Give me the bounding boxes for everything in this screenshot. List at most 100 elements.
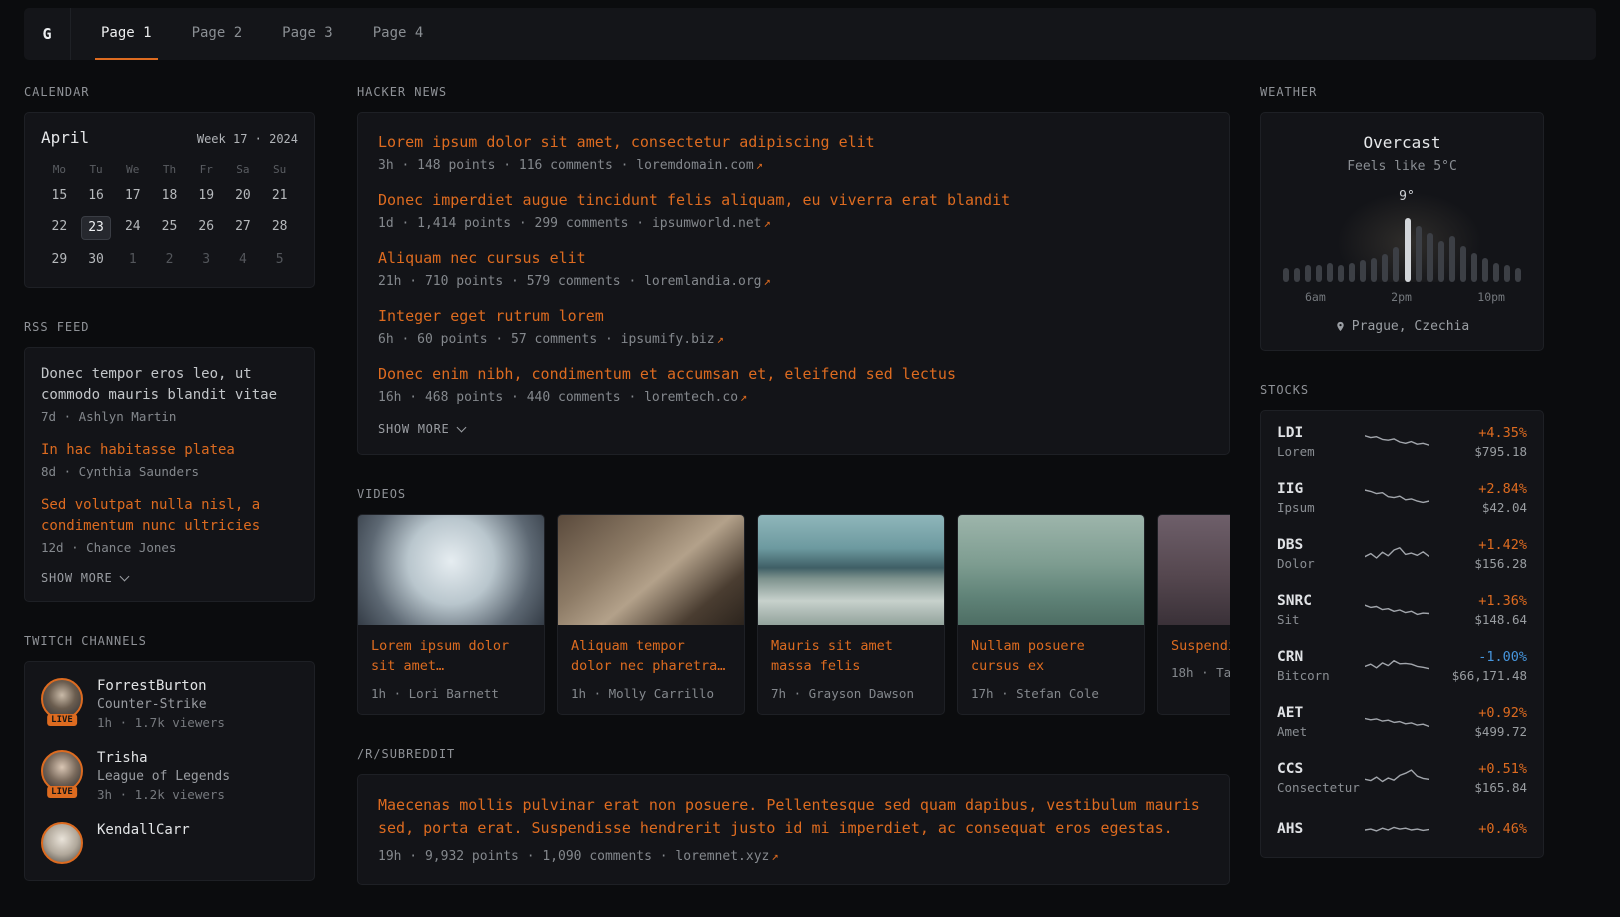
stock-price: $499.72 [1431, 724, 1527, 739]
subreddit-domain-link[interactable]: loremnet.xyz↗ [675, 849, 778, 864]
tab-page-4[interactable]: Page 4 [367, 8, 430, 60]
calendar-day: 17 [114, 185, 151, 207]
calendar-day: 29 [41, 249, 78, 271]
video-body: Lorem ipsum dolor sit amet consectetu… 1… [358, 625, 544, 714]
rss-item-meta: 7d · Ashlyn Martin [41, 409, 298, 424]
videos-row: Lorem ipsum dolor sit amet consectetu… 1… [357, 514, 1230, 715]
calendar-day-next-month: 1 [114, 249, 151, 271]
hn-story-link[interactable]: Donec enim nibh, condimentum et accumsan… [378, 364, 1209, 385]
rss-section-label: RSS FEED [24, 320, 315, 334]
hn-show-more-label: SHOW MORE [378, 422, 450, 436]
video-title-link[interactable]: Mauris sit amet massa felis [771, 636, 931, 677]
subreddit-widget: /R/SUBREDDIT Maecenas mollis pulvinar er… [357, 747, 1230, 886]
tab-page-3[interactable]: Page 3 [276, 8, 339, 60]
subreddit-post-meta: 19h · 9,932 points · 1,090 comments · lo… [378, 849, 1209, 864]
stock-change: +0.51% [1431, 761, 1527, 777]
calendar-header: April Week 17 · 2024 [41, 128, 298, 147]
hn-story-link[interactable]: Integer eget rutrum lorem [378, 306, 1209, 327]
video-card[interactable]: Lorem ipsum dolor sit amet consectetu… 1… [357, 514, 545, 715]
rss-item-link[interactable]: Donec tempor eros leo, ut commodo mauris… [41, 364, 298, 406]
video-body: Aliquam tempor dolor nec pharetra… 1h · … [558, 625, 744, 714]
stock-price: $42.04 [1431, 500, 1527, 515]
tab-page-1[interactable]: Page 1 [95, 8, 158, 60]
weather-bar [1360, 260, 1366, 282]
hn-meta-text: 3h · 148 points · 116 comments · [378, 158, 636, 173]
hacker-news-card: Lorem ipsum dolor sit amet, consectetur … [357, 112, 1230, 455]
hn-story-meta: 16h · 468 points · 440 comments · loremt… [378, 390, 1209, 405]
rss-item: Sed volutpat nulla nisl, a condimentum n… [41, 495, 298, 555]
video-card[interactable]: Nullam posuere cursus ex 17h · Stefan Co… [957, 514, 1145, 715]
stock-sparkline [1363, 597, 1431, 623]
stock-id: SNRC Sit [1277, 593, 1363, 627]
hn-story: Aliquam nec cursus elit 21h · 710 points… [378, 248, 1209, 289]
stock-price: $66,171.48 [1431, 668, 1527, 683]
weather-bars [1283, 218, 1521, 282]
external-link-icon: ↗ [771, 849, 778, 863]
stock-name: Dolor [1277, 556, 1363, 571]
weather-time-label: 2pm [1391, 290, 1412, 304]
stock-row: LDI Lorem +4.35% $795.18 [1261, 414, 1543, 470]
rss-item: In hac habitasse platea 8d · Cynthia Sau… [41, 440, 298, 479]
video-meta: 1h · Molly Carrillo [571, 686, 731, 701]
rss-item-link[interactable]: In hac habitasse platea [41, 440, 298, 461]
hn-story: Donec enim nibh, condimentum et accumsan… [378, 364, 1209, 405]
hn-story: Integer eget rutrum lorem 6h · 60 points… [378, 306, 1209, 347]
hn-domain-link[interactable]: ipsumify.biz↗ [621, 332, 724, 347]
hn-story-link[interactable]: Donec imperdiet augue tincidunt felis al… [378, 190, 1209, 211]
calendar-day: 19 [188, 185, 225, 207]
hn-domain-link[interactable]: loremdomain.com↗ [636, 158, 763, 173]
app-logo[interactable]: G [24, 8, 71, 60]
weather-bar [1482, 258, 1488, 282]
hn-show-more-button[interactable]: SHOW MORE [378, 422, 1209, 436]
hn-story-link[interactable]: Lorem ipsum dolor sit amet, consectetur … [378, 132, 1209, 153]
hn-story-link[interactable]: Aliquam nec cursus elit [378, 248, 1209, 269]
stock-change: +0.92% [1431, 705, 1527, 721]
rss-item-link[interactable]: Sed volutpat nulla nisl, a condimentum n… [41, 495, 298, 537]
video-card[interactable]: Suspendisse diam 18h · Tara [1157, 514, 1230, 715]
calendar-weekday: We [114, 163, 151, 176]
twitch-channel-row[interactable]: LIVE Trisha League of Legends 3h · 1.2k … [41, 750, 298, 802]
stock-change: +4.35% [1431, 425, 1527, 441]
video-title-link[interactable]: Lorem ipsum dolor sit amet consectetu… [371, 636, 531, 677]
hn-story-meta: 6h · 60 points · 57 comments · ipsumify.… [378, 332, 1209, 347]
weather-bar [1393, 247, 1399, 282]
hn-story: Lorem ipsum dolor sit amet, consectetur … [378, 132, 1209, 173]
weather-bar [1493, 263, 1499, 282]
rss-item: Donec tempor eros leo, ut commodo mauris… [41, 364, 298, 424]
hn-meta-text: 1d · 1,414 points · 299 comments · [378, 216, 652, 231]
twitch-channel-row[interactable]: KendallCarr [41, 822, 298, 864]
video-title-link[interactable]: Suspendisse diam [1171, 636, 1230, 656]
rss-show-more-label: SHOW MORE [41, 571, 113, 585]
weather-bar [1471, 253, 1477, 282]
hn-domain-link[interactable]: loremtech.co↗ [644, 390, 747, 405]
stock-row: DBS Dolor +1.42% $156.28 [1261, 526, 1543, 582]
video-title-link[interactable]: Aliquam tempor dolor nec pharetra… [571, 636, 731, 677]
subreddit-post-link[interactable]: Maecenas mollis pulvinar erat non posuer… [378, 794, 1209, 841]
stock-id: LDI Lorem [1277, 425, 1363, 459]
stock-id: CCS Consectetur [1277, 761, 1363, 795]
stock-row: AET Amet +0.92% $499.72 [1261, 694, 1543, 750]
weather-widget: WEATHER Overcast Feels like 5°C 9° 6am 2… [1260, 85, 1544, 351]
rss-show-more-button[interactable]: SHOW MORE [41, 571, 298, 585]
stock-values: +0.92% $499.72 [1431, 705, 1527, 739]
stock-values: +4.35% $795.18 [1431, 425, 1527, 459]
stock-change: +1.42% [1431, 537, 1527, 553]
video-title-link[interactable]: Nullam posuere cursus ex [971, 636, 1131, 677]
stock-id: DBS Dolor [1277, 537, 1363, 571]
stock-name: Amet [1277, 724, 1363, 739]
stock-symbol: SNRC [1277, 593, 1363, 609]
hn-domain-link[interactable]: loremlandia.org↗ [644, 274, 771, 289]
video-card[interactable]: Mauris sit amet massa felis 7h · Grayson… [757, 514, 945, 715]
twitch-channel-row[interactable]: LIVE ForrestBurton Counter-Strike 1h · 1… [41, 678, 298, 730]
tab-page-2[interactable]: Page 2 [186, 8, 249, 60]
hn-domain-link[interactable]: ipsumworld.net↗ [652, 216, 771, 231]
video-meta: 17h · Stefan Cole [971, 686, 1131, 701]
chevron-down-icon [456, 422, 466, 432]
video-card[interactable]: Aliquam tempor dolor nec pharetra… 1h · … [557, 514, 745, 715]
hn-domain: loremdomain.com [636, 158, 753, 173]
rss-card: Donec tempor eros leo, ut commodo mauris… [24, 347, 315, 602]
twitch-channel-name: ForrestBurton [97, 678, 225, 694]
stock-id: AHS [1277, 821, 1363, 840]
weather-bar [1283, 268, 1289, 282]
hn-story-meta: 21h · 710 points · 579 comments · loreml… [378, 274, 1209, 289]
